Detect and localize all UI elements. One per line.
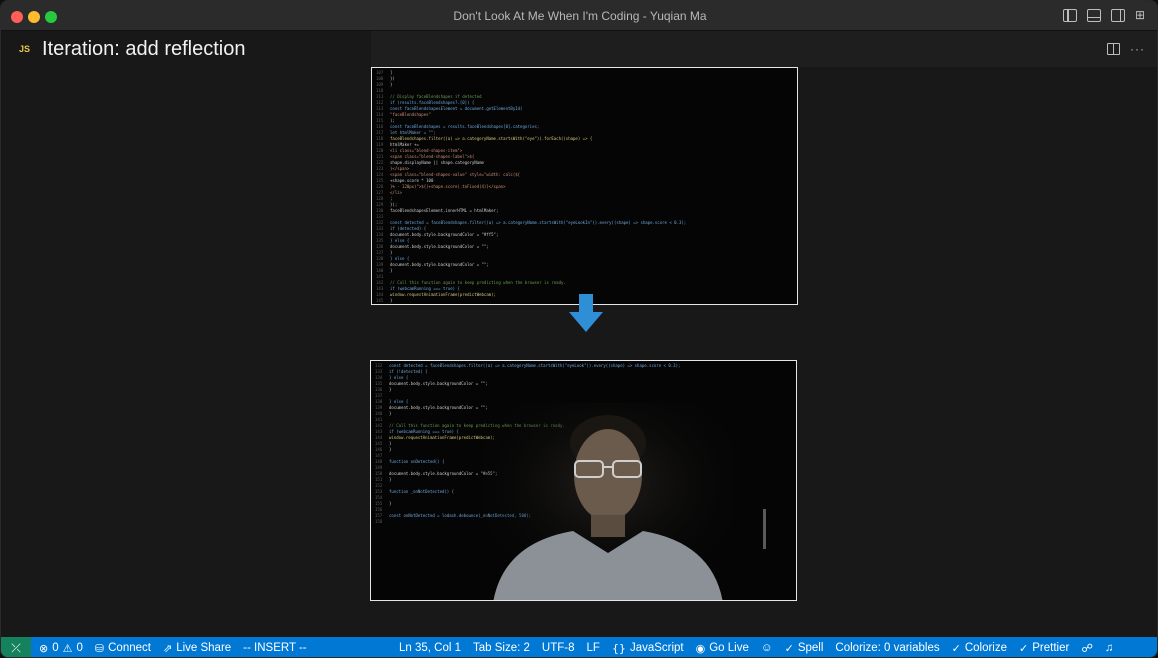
layout-bottom-icon[interactable] (1087, 9, 1101, 22)
language-label: JavaScript (629, 642, 684, 654)
code-image: 107 ] 108 }) 109 } 110 111 // Display fa… (376, 70, 687, 303)
spell-button[interactable]: ✓ Spell (785, 642, 824, 655)
javascript-file-icon: JS (19, 44, 31, 54)
colorize-button[interactable]: ✓ Colorize (952, 642, 1007, 655)
warning-count: 0 (76, 642, 83, 654)
webcam-person-image (483, 403, 733, 600)
broadcast-icon: ◉ (695, 641, 706, 655)
layout-right-icon[interactable] (1111, 9, 1125, 22)
cursor-position[interactable]: Ln 35, Col 1 (399, 642, 461, 654)
title-bar: Don't Look At Me When I'm Coding - Yuqia… (1, 1, 1157, 31)
more-actions-icon[interactable]: ··· (1130, 42, 1145, 56)
copilot-icon[interactable]: ☺ (761, 642, 773, 654)
window-title: Don't Look At Me When I'm Coding - Yuqia… (453, 9, 707, 23)
problems-indicator[interactable]: ⊗ 0 ⚠ 0 (39, 642, 83, 655)
colorize-label: Colorize (964, 642, 1008, 654)
feedback-icon[interactable]: ☍ (1081, 641, 1093, 655)
prettier-label: Prettier (1032, 642, 1070, 654)
braces-icon: {} (611, 641, 626, 655)
editor-tab-bar: JS Iteration: add reflection ··· (1, 31, 1157, 67)
error-icon: ⊗ (39, 641, 49, 655)
customize-layout-icon[interactable]: ⊞ (1135, 9, 1149, 22)
check-icon: ✓ (951, 641, 961, 655)
split-editor-icon[interactable] (1107, 43, 1120, 55)
colorize-variables[interactable]: Colorize: 0 variables (835, 642, 939, 654)
error-count: 0 (52, 642, 59, 654)
tab-size[interactable]: Tab Size: 2 (473, 642, 530, 654)
layout-controls: ⊞ (1063, 9, 1149, 22)
layout-left-icon[interactable] (1063, 9, 1077, 22)
database-icon: ⛁ (94, 641, 105, 655)
end-of-line[interactable]: LF (587, 642, 600, 654)
check-icon: ✓ (784, 641, 794, 655)
spell-label: Spell (797, 642, 824, 654)
language-mode[interactable]: {} JavaScript (612, 642, 684, 655)
check-icon: ✓ (1019, 641, 1029, 655)
go-live-button[interactable]: ◉ Go Live (696, 642, 749, 655)
editor-actions: ··· (1107, 42, 1145, 56)
editor-tab[interactable]: JS Iteration: add reflection (1, 31, 371, 67)
encoding[interactable]: UTF-8 (542, 642, 575, 654)
down-arrow-icon (569, 294, 603, 332)
vim-mode: -- INSERT -- (243, 642, 307, 654)
live-share-label: Live Share (176, 642, 232, 654)
go-live-label: Go Live (709, 642, 749, 654)
scrollbar-thumb[interactable] (763, 509, 766, 549)
status-bar: ⤫ ⊗ 0 ⚠ 0 ⛁ Connect ⇗ Live Share -- INSE… (1, 637, 1157, 657)
connect-label: Connect (108, 642, 151, 654)
tab-title: Iteration: add reflection (42, 37, 246, 60)
connect-button[interactable]: ⛁ Connect (95, 642, 151, 655)
remote-icon[interactable]: ⤫ (1, 637, 31, 657)
webcam-code-screenshot: 132 const detected = faceBlendshapes.fil… (370, 360, 797, 601)
warning-icon: ⚠ (62, 641, 73, 655)
bell-icon[interactable]: ♫ (1105, 642, 1114, 654)
app-window: Don't Look At Me When I'm Coding - Yuqia… (0, 0, 1158, 658)
prettier-button[interactable]: ✓ Prettier (1019, 642, 1069, 655)
live-share-icon: ⇗ (162, 641, 173, 655)
code-screenshot: 107 ] 108 }) 109 } 110 111 // Display fa… (371, 67, 798, 305)
live-share-button[interactable]: ⇗ Live Share (163, 642, 231, 655)
